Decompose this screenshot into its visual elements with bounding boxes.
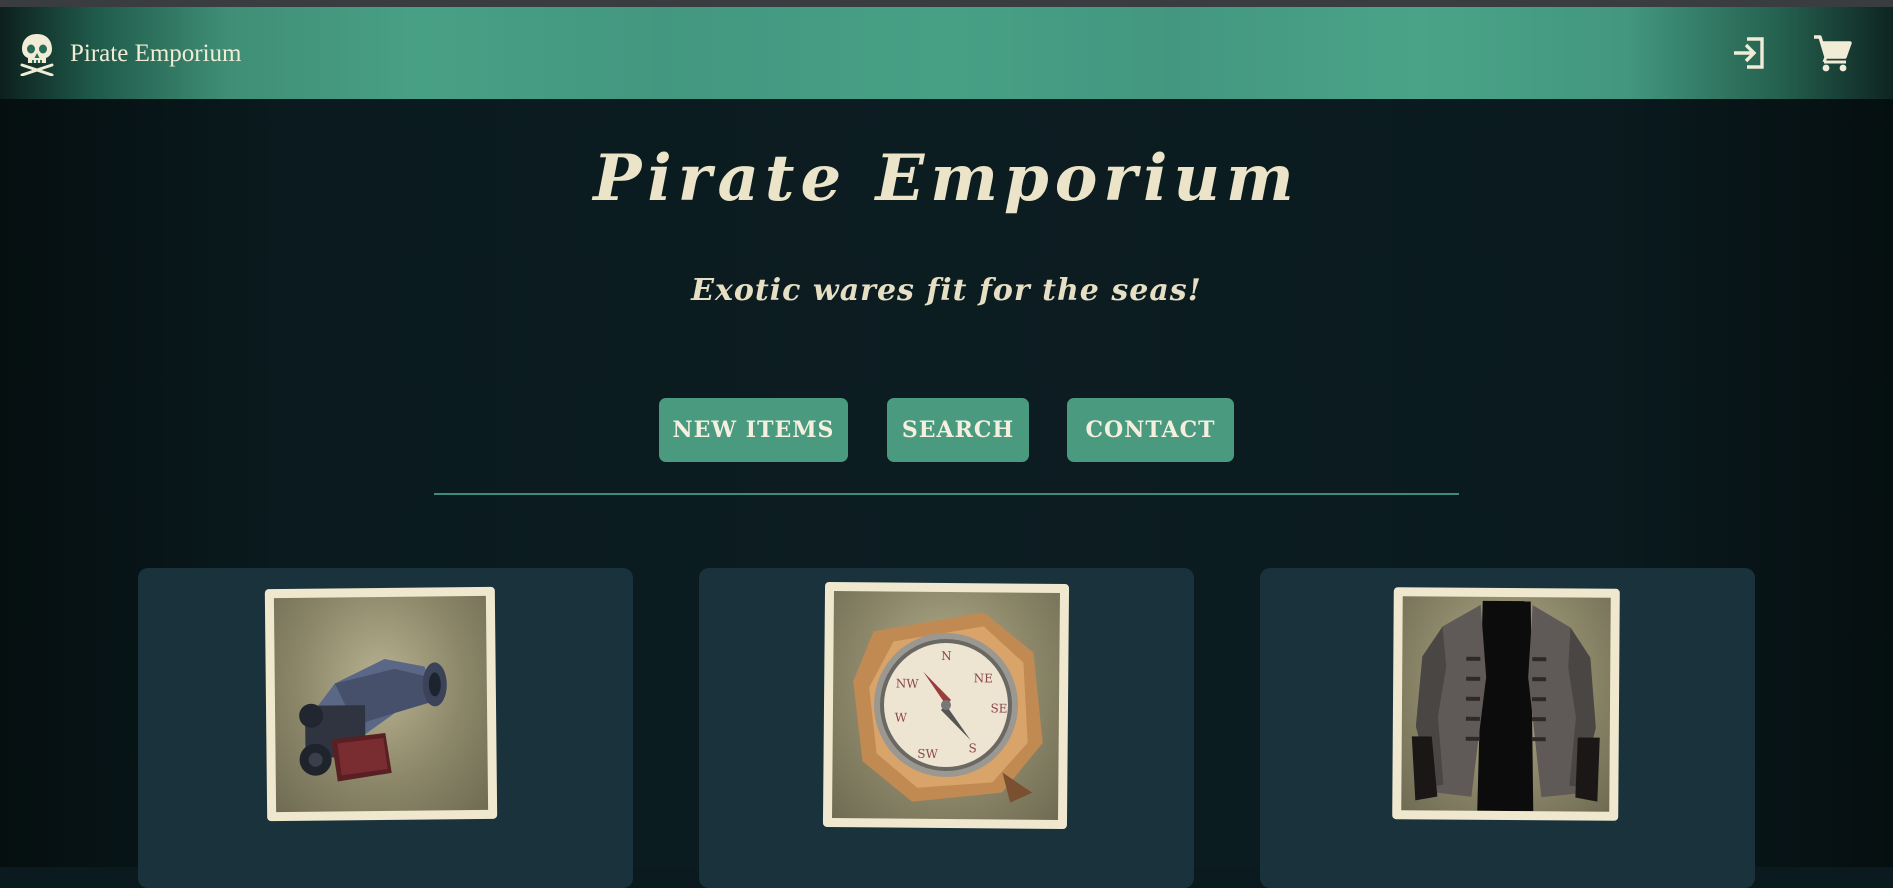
product-card-compass[interactable]: N NE SE S SW W NW <box>699 568 1194 888</box>
brand-link[interactable]: Pirate Emporium <box>18 29 242 79</box>
skull-crossbones-icon <box>20 34 54 76</box>
product-card-coat[interactable] <box>1260 568 1755 888</box>
svg-text:NW: NW <box>896 677 920 691</box>
page-title: Pirate Emporium <box>593 141 1300 216</box>
navbar: Pirate Emporium <box>0 7 1893 99</box>
contact-button[interactable]: CONTACT <box>1067 398 1234 462</box>
main-content: Pirate Emporium Exotic wares fit for the… <box>0 99 1893 888</box>
svg-text:N: N <box>941 649 952 663</box>
compass-icon: N NE SE S SW W NW <box>853 612 1043 803</box>
product-card-cannon[interactable] <box>138 568 633 888</box>
section-divider <box>434 493 1459 495</box>
svg-text:S: S <box>968 741 976 755</box>
new-items-button[interactable]: NEW ITEMS <box>659 398 848 462</box>
svg-text:SW: SW <box>917 747 938 761</box>
cannon-icon <box>299 658 447 782</box>
svg-text:SE: SE <box>990 701 1007 715</box>
login-icon[interactable] <box>1729 33 1769 73</box>
pirate-coat-icon <box>1411 600 1600 812</box>
svg-text:NE: NE <box>974 671 993 685</box>
product-image-frame <box>264 586 498 822</box>
svg-text:W: W <box>895 711 908 725</box>
page-subtitle: Exotic wares fit for the seas! <box>691 273 1202 308</box>
brand-name: Pirate Emporium <box>70 40 242 67</box>
action-buttons: NEW ITEMS SEARCH CONTACT <box>0 398 1893 462</box>
browser-top-strip <box>0 0 1893 7</box>
product-image-frame <box>1392 587 1620 821</box>
shopping-cart-icon[interactable] <box>1812 33 1852 73</box>
search-button[interactable]: SEARCH <box>887 398 1029 462</box>
product-image-frame: N NE SE S SW W NW <box>822 581 1070 830</box>
